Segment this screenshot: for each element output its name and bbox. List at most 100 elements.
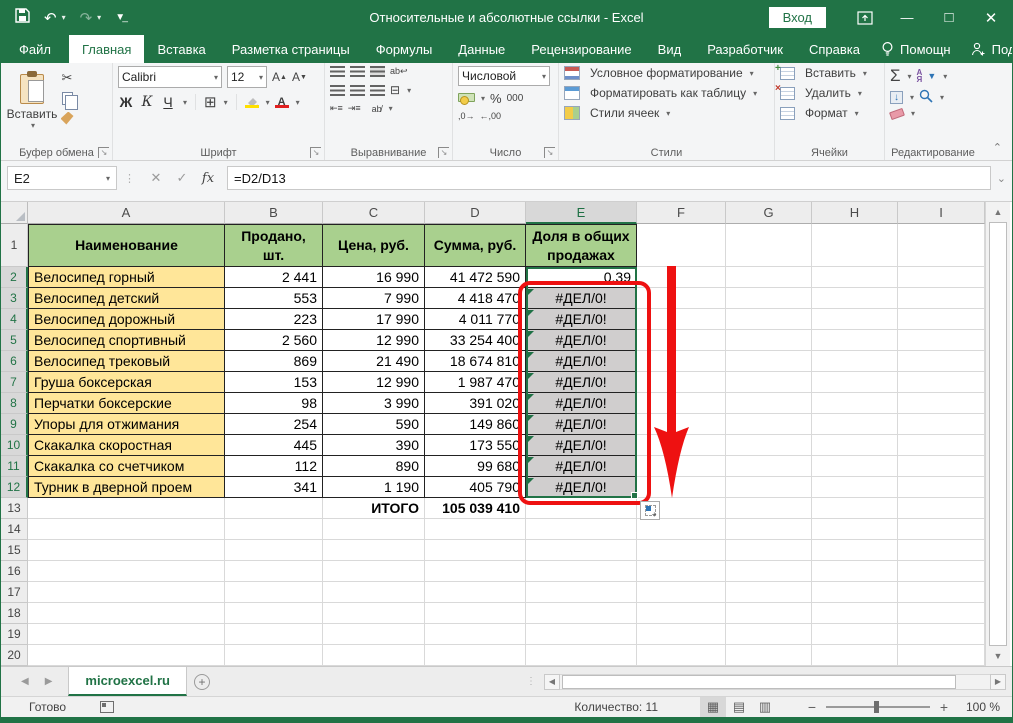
font-color-dropdown-icon[interactable]: ▾ (296, 98, 300, 107)
sheet-nav-right-icon[interactable]: ▶ (45, 676, 53, 687)
cell-F9[interactable] (637, 414, 726, 435)
cell-G7[interactable] (726, 372, 812, 393)
cell-D2[interactable]: 41 472 590 (425, 267, 526, 288)
cell-G8[interactable] (726, 393, 812, 414)
find-select-icon[interactable] (919, 89, 933, 106)
cell-F3[interactable] (637, 288, 726, 309)
align-middle-icon[interactable] (350, 66, 365, 77)
cell-H14[interactable] (812, 519, 898, 540)
cell-I19[interactable] (898, 624, 985, 645)
format-painter-icon[interactable] (58, 110, 76, 126)
normal-view-icon[interactable]: ▦ (700, 697, 726, 717)
column-header-F[interactable]: F (637, 202, 726, 224)
increase-font-icon[interactable]: A▲ (272, 70, 287, 84)
cell-C11[interactable]: 890 (323, 456, 425, 477)
format-cells-button[interactable]: Формат▾ (780, 106, 879, 120)
cell-F4[interactable] (637, 309, 726, 330)
cell-I12[interactable] (898, 477, 985, 498)
row-header-20[interactable]: 20 (1, 645, 28, 666)
cell-D7[interactable]: 1 987 470 (425, 372, 526, 393)
cell-A3[interactable]: Велосипед детский (28, 288, 225, 309)
cell-A4[interactable]: Велосипед дорожный (28, 309, 225, 330)
underline-dropdown-icon[interactable]: ▾ (183, 98, 187, 107)
align-left-icon[interactable] (330, 85, 345, 96)
cell-A12[interactable]: Турник в дверной проем (28, 477, 225, 498)
row-header-12[interactable]: 12 (1, 477, 28, 498)
cell-B14[interactable] (225, 519, 323, 540)
cell-B13[interactable] (225, 498, 323, 519)
ribbon-tab-3[interactable]: Формулы (363, 35, 446, 63)
row-header-14[interactable]: 14 (1, 519, 28, 540)
insert-function-icon[interactable]: fx (195, 171, 221, 186)
column-header-A[interactable]: A (28, 202, 225, 224)
cell-H8[interactable] (812, 393, 898, 414)
scroll-left-icon[interactable]: ◀ (544, 674, 560, 690)
align-center-icon[interactable] (350, 85, 365, 96)
name-box[interactable]: E2 ▾ (7, 166, 117, 190)
cell-F8[interactable] (637, 393, 726, 414)
cell-B19[interactable] (225, 624, 323, 645)
ribbon-display-options-icon[interactable] (844, 0, 886, 35)
cell-B20[interactable] (225, 645, 323, 666)
format-as-table-button[interactable]: Форматировать как таблицу▾ (564, 86, 769, 100)
underline-button[interactable]: Ч (160, 94, 176, 110)
cell-E2[interactable]: 0.39 (526, 267, 637, 288)
accounting-format-icon[interactable] (458, 93, 474, 105)
ribbon-tab-2[interactable]: Разметка страницы (219, 35, 363, 63)
percent-style-icon[interactable]: % (490, 91, 502, 106)
customize-qat-icon[interactable]: ▼̲ (115, 12, 125, 23)
row-header-19[interactable]: 19 (1, 624, 28, 645)
decrease-font-icon[interactable]: A▼ (292, 70, 307, 84)
zoom-in-icon[interactable]: + (934, 699, 954, 715)
cell-A1[interactable]: Наименование (28, 224, 225, 267)
autofill-options-button[interactable] (640, 501, 660, 520)
cell-G5[interactable] (726, 330, 812, 351)
cell-E19[interactable] (526, 624, 637, 645)
zoom-out-icon[interactable]: − (802, 699, 822, 715)
ribbon-tab-6[interactable]: Вид (645, 35, 695, 63)
cell-C5[interactable]: 12 990 (323, 330, 425, 351)
cell-I7[interactable] (898, 372, 985, 393)
cell-C3[interactable]: 7 990 (323, 288, 425, 309)
cell-A15[interactable] (28, 540, 225, 561)
cell-H2[interactable] (812, 267, 898, 288)
cell-D14[interactable] (425, 519, 526, 540)
cell-A2[interactable]: Велосипед горный (28, 267, 225, 288)
cell-H19[interactable] (812, 624, 898, 645)
font-color-icon[interactable]: А (275, 97, 289, 108)
cell-D5[interactable]: 33 254 400 (425, 330, 526, 351)
font-name-select[interactable]: Calibri▾ (118, 66, 222, 88)
cell-G10[interactable] (726, 435, 812, 456)
cell-D12[interactable]: 405 790 (425, 477, 526, 498)
horizontal-scrollbar[interactable] (560, 674, 990, 690)
cell-G16[interactable] (726, 561, 812, 582)
cell-A19[interactable] (28, 624, 225, 645)
fill-color-icon[interactable] (245, 97, 259, 108)
cell-G2[interactable] (726, 267, 812, 288)
cell-I10[interactable] (898, 435, 985, 456)
delete-cells-button[interactable]: × Удалить▾ (780, 86, 879, 100)
page-layout-view-icon[interactable]: ▤ (726, 697, 752, 717)
cell-C14[interactable] (323, 519, 425, 540)
collapse-ribbon-icon[interactable]: ⌃ (993, 141, 1002, 154)
cell-B10[interactable]: 445 (225, 435, 323, 456)
column-header-E[interactable]: E (526, 202, 637, 224)
conditional-formatting-button[interactable]: Условное форматирование▾ (564, 66, 769, 80)
row-header-3[interactable]: 3 (1, 288, 28, 309)
cell-H11[interactable] (812, 456, 898, 477)
cell-H13[interactable] (812, 498, 898, 519)
cell-E7[interactable]: #ДЕЛ/0! (526, 372, 637, 393)
cell-D3[interactable]: 4 418 470 (425, 288, 526, 309)
cell-B7[interactable]: 153 (225, 372, 323, 393)
cell-E18[interactable] (526, 603, 637, 624)
cell-I1[interactable] (898, 224, 985, 267)
cell-H7[interactable] (812, 372, 898, 393)
cell-F17[interactable] (637, 582, 726, 603)
column-header-D[interactable]: D (425, 202, 526, 224)
row-header-6[interactable]: 6 (1, 351, 28, 372)
cell-E17[interactable] (526, 582, 637, 603)
cell-A13[interactable] (28, 498, 225, 519)
clear-icon[interactable] (889, 107, 905, 119)
autosum-dropdown-icon[interactable]: ▾ (908, 72, 912, 81)
page-break-view-icon[interactable]: ▥ (752, 697, 778, 717)
